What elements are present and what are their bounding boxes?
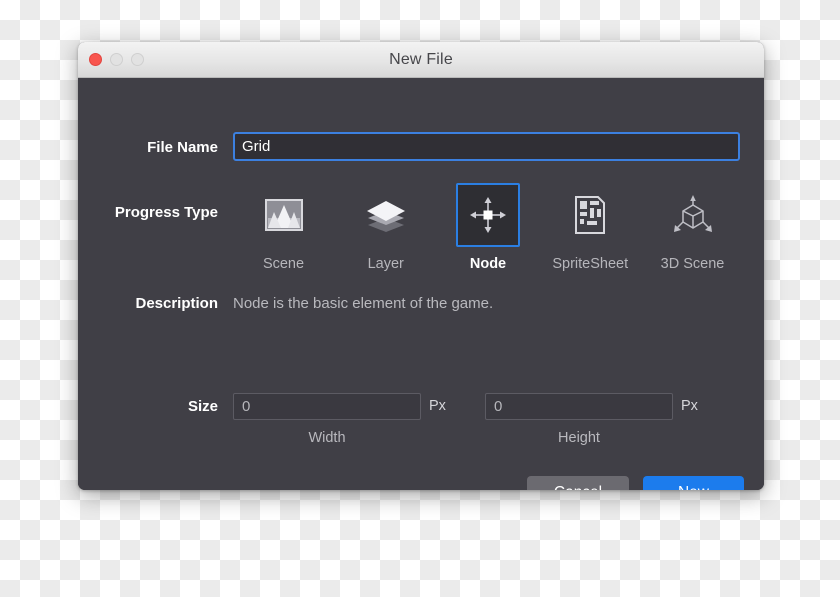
type-option-scene[interactable]: Scene	[233, 183, 334, 272]
type-option-3d-scene[interactable]: 3D Scene	[642, 183, 743, 272]
progress-type-options: Scene Layer Node SpriteSheet 3D Scene	[233, 183, 743, 272]
type-caption-node: Node	[469, 256, 507, 272]
node-icon	[468, 195, 508, 235]
layer-icon	[365, 198, 407, 232]
type-icon-frame-scene	[252, 183, 316, 247]
progress-type-label: Progress Type	[114, 204, 218, 221]
type-icon-frame-node	[456, 183, 520, 247]
scene-icon	[264, 199, 303, 231]
window-title: New File	[389, 51, 453, 68]
type-icon-frame-3d-scene	[661, 183, 725, 247]
file-name-label: File Name	[147, 139, 218, 156]
dialog-body: File Name Progress Type	[78, 78, 764, 490]
type-caption-3d-scene: 3D Scene	[660, 256, 725, 272]
size-label: Size	[187, 398, 218, 415]
title-bar: New File	[78, 42, 764, 78]
new-file-dialog: New File File Name Progress Type	[78, 42, 764, 490]
type-option-node[interactable]: Node	[438, 183, 539, 272]
file-name-input[interactable]	[233, 132, 740, 161]
type-caption-spritesheet: SpriteSheet	[552, 256, 629, 272]
description-text: Node is the basic element of the game.	[233, 295, 494, 312]
type-caption-scene: Scene	[262, 256, 305, 272]
spritesheet-icon	[574, 196, 606, 234]
width-input[interactable]	[233, 393, 421, 420]
width-caption: Width	[308, 430, 346, 446]
width-unit-label: Px	[429, 398, 446, 414]
height-input[interactable]	[485, 393, 673, 420]
cube-3d-icon	[672, 194, 714, 236]
type-option-layer[interactable]: Layer	[335, 183, 436, 272]
cancel-button[interactable]: Cancel	[527, 476, 629, 490]
type-icon-frame-spritesheet	[558, 183, 622, 247]
type-caption-layer: Layer	[367, 256, 404, 272]
height-unit-label: Px	[681, 398, 698, 414]
new-button[interactable]: New	[643, 476, 744, 490]
height-caption: Height	[558, 430, 600, 446]
type-icon-frame-layer	[354, 183, 418, 247]
description-label: Description	[135, 295, 218, 312]
type-option-spritesheet[interactable]: SpriteSheet	[540, 183, 641, 272]
